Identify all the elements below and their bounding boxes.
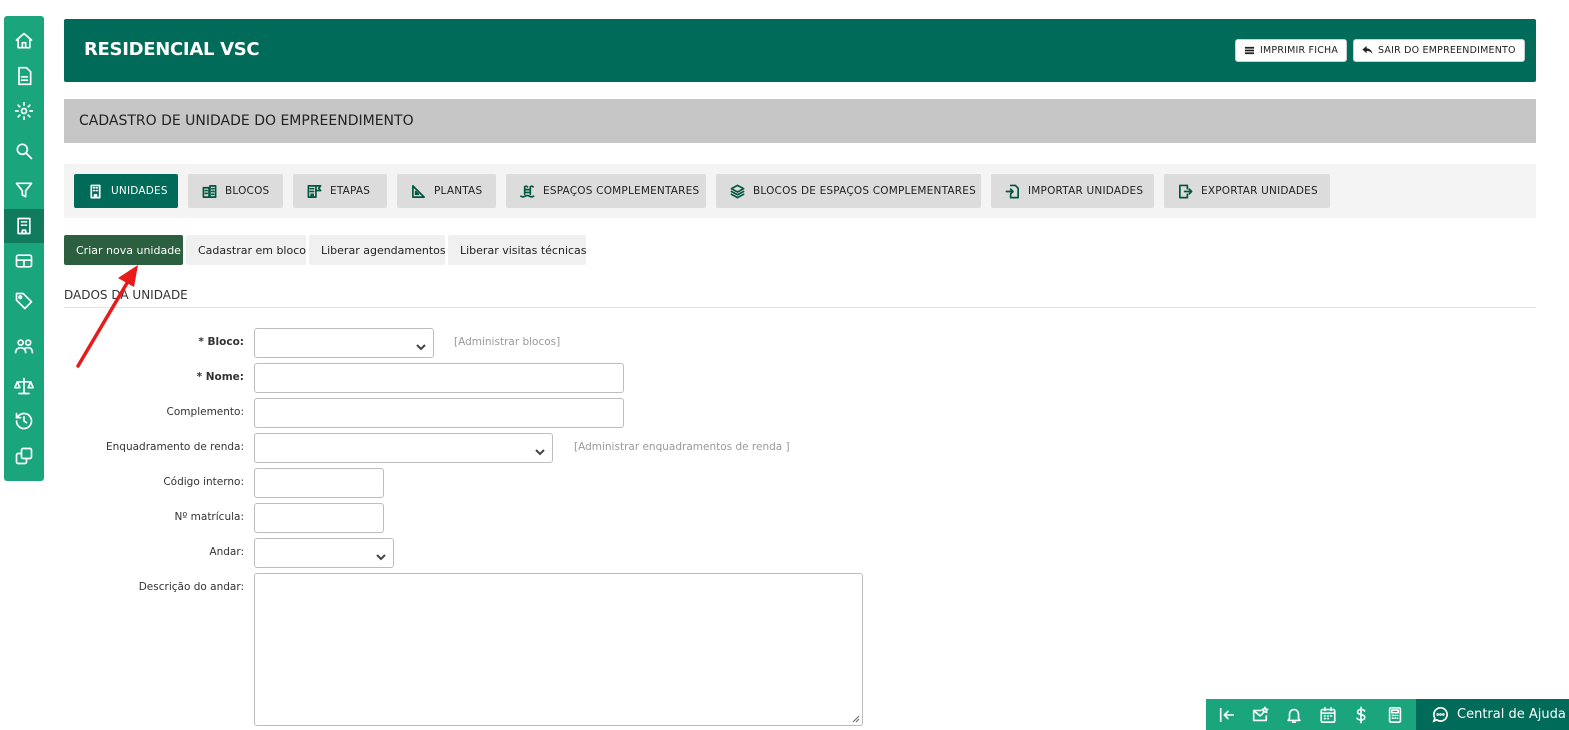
bell-icon[interactable]	[1281, 702, 1307, 728]
users-icon[interactable]	[4, 329, 44, 363]
search-icon[interactable]	[4, 134, 44, 168]
codigo-interno-input[interactable]	[254, 468, 384, 498]
divider	[64, 307, 1536, 308]
andar-select[interactable]	[254, 538, 394, 568]
menu-icon	[1244, 46, 1255, 55]
calculator-icon[interactable]	[1382, 702, 1408, 728]
descricao-andar-textarea[interactable]	[254, 573, 863, 726]
tab-label: EXPORTAR UNIDADES	[1201, 185, 1318, 197]
help-center-button[interactable]: Central de Ajuda	[1416, 699, 1569, 730]
reply-icon	[1362, 45, 1373, 55]
mail-star-icon[interactable]	[1247, 702, 1273, 728]
manage-income-brackets-link[interactable]: [Administrar enquadramentos de renda ]	[574, 441, 790, 453]
tab-label: PLANTAS	[434, 185, 483, 197]
nome-label: * Nome:	[196, 371, 244, 383]
chevron-down-icon	[375, 548, 387, 561]
print-button-label: IMPRIMIR FICHA	[1260, 45, 1339, 56]
tab-label: BLOCOS DE ESPAÇOS COMPLEMENTARES	[753, 185, 976, 197]
tab-label: BLOCOS	[225, 185, 270, 197]
tab-etapas[interactable]: ETAPAS	[293, 174, 387, 208]
import-icon	[1005, 184, 1019, 198]
manage-blocks-link[interactable]: [Administrar blocos]	[454, 336, 560, 348]
document-icon[interactable]	[4, 59, 44, 93]
building-icon	[90, 184, 101, 198]
tag-icon[interactable]	[4, 284, 44, 318]
descricao-andar-label: Descrição do andar:	[138, 581, 244, 593]
enquadramento-select[interactable]	[254, 433, 553, 463]
filter-icon[interactable]	[4, 173, 44, 207]
bulk-register-button[interactable]: Cadastrar em bloco	[186, 235, 306, 265]
bloco-select[interactable]	[254, 328, 434, 358]
stages-icon	[307, 184, 322, 198]
section-header: CADASTRO DE UNIDADE DO EMPREENDIMENTO	[64, 99, 1536, 143]
calendar-icon[interactable]	[1315, 702, 1341, 728]
tab-plantas[interactable]: PLANTAS	[397, 174, 496, 208]
set-square-icon	[412, 184, 425, 198]
tab-label: UNIDADES	[111, 185, 168, 197]
tab-unidades[interactable]: UNIDADES	[74, 174, 178, 208]
tab-blocos-espacos-complementares[interactable]: BLOCOS DE ESPAÇOS COMPLEMENTARES	[716, 174, 981, 208]
tabs-bar: UNIDADES BLOCOS ETAPAS PLANTAS ESPAÇOS C…	[64, 164, 1536, 218]
tab-blocos[interactable]: BLOCOS	[188, 174, 283, 208]
matricula-label: Nº matrícula:	[174, 511, 244, 523]
section-header-title: CADASTRO DE UNIDADE DO EMPREENDIMENTO	[79, 113, 414, 129]
table-icon[interactable]	[4, 244, 44, 278]
chat-icon	[1432, 707, 1448, 723]
chevron-down-icon	[415, 338, 427, 351]
complemento-label: Complemento:	[166, 406, 244, 418]
history-icon[interactable]	[4, 404, 44, 438]
tab-espacos-complementares[interactable]: ESPAÇOS COMPLEMENTARES	[506, 174, 706, 208]
exit-button-label: SAIR DO EMPREENDIMENTO	[1378, 45, 1516, 56]
tab-exportar-unidades[interactable]: EXPORTAR UNIDADES	[1164, 174, 1330, 208]
print-button[interactable]: IMPRIMIR FICHA	[1235, 39, 1348, 62]
layers-icon	[730, 184, 745, 198]
scale-icon[interactable]	[4, 369, 44, 403]
codigo-interno-label: Código interno:	[163, 476, 244, 488]
copy-icon[interactable]	[4, 439, 44, 473]
complemento-input[interactable]	[254, 398, 624, 428]
tab-label: ESPAÇOS COMPLEMENTARES	[543, 185, 700, 197]
resize-handle-icon[interactable]	[852, 715, 860, 723]
release-schedules-button[interactable]: Liberar agendamentos	[309, 235, 446, 265]
matricula-input[interactable]	[254, 503, 384, 533]
release-visits-button[interactable]: Liberar visitas técnicas	[448, 235, 587, 265]
page-title: RESIDENCIAL VSC	[84, 39, 260, 60]
andar-label: Andar:	[209, 546, 244, 558]
building-icon[interactable]	[4, 209, 44, 243]
dollar-icon[interactable]	[1348, 702, 1374, 728]
page-header: RESIDENCIAL VSC IMPRIMIR FICHA SAIR DO E…	[64, 19, 1536, 82]
gear-icon[interactable]	[4, 94, 44, 128]
left-sidebar	[4, 16, 44, 481]
annotation-arrow	[76, 265, 138, 368]
tab-importar-unidades[interactable]: IMPORTAR UNIDADES	[991, 174, 1154, 208]
bottom-toolbar	[1206, 699, 1416, 730]
help-center-label: Central de Ajuda	[1457, 707, 1566, 722]
tab-label: ETAPAS	[330, 185, 371, 197]
tab-label: IMPORTAR UNIDADES	[1028, 185, 1144, 197]
home-icon[interactable]	[4, 24, 44, 58]
bloco-label: * Bloco:	[198, 336, 244, 348]
exit-button[interactable]: SAIR DO EMPREENDIMENTO	[1353, 39, 1525, 62]
pool-icon	[520, 184, 535, 198]
chevron-down-icon	[534, 443, 546, 456]
nome-input[interactable]	[254, 363, 624, 393]
blocks-icon	[202, 184, 217, 198]
collapse-left-icon[interactable]	[1214, 702, 1240, 728]
enquadramento-label: Enquadramento de renda:	[106, 441, 244, 453]
export-icon	[1179, 184, 1193, 198]
